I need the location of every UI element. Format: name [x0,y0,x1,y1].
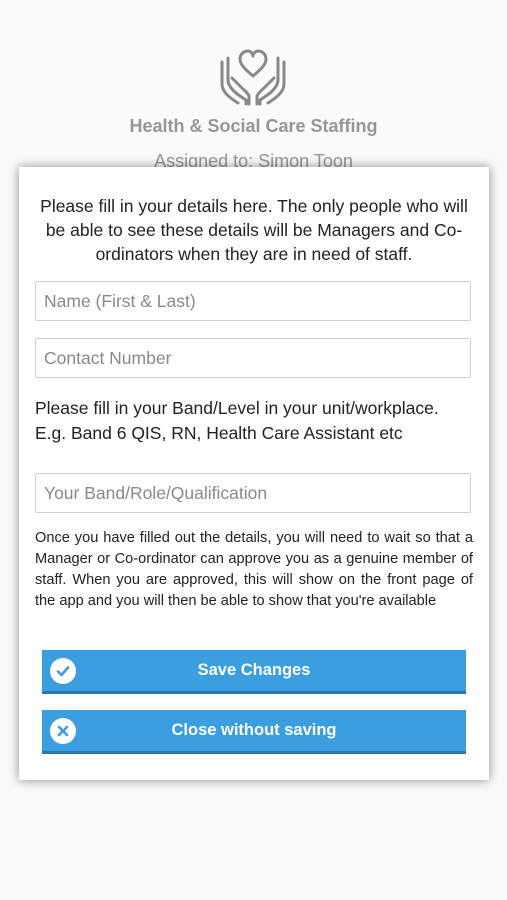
close-without-saving-label: Close without saving [171,721,337,739]
details-dialog: Please fill in your details here. The on… [19,167,489,780]
dialog-intro-text: Please fill in your details here. The on… [40,196,468,264]
band-instructions-label: Please fill in your Band/Level in your u… [35,398,439,443]
band-role-input[interactable] [35,473,471,513]
approval-info-text: Once you have filled out the details, yo… [35,530,473,609]
save-changes-label: Save Changes [197,661,311,679]
close-without-saving-button[interactable]: Close without saving [42,710,466,754]
contact-number-input[interactable] [35,338,471,378]
name-input[interactable] [35,281,471,321]
check-circle-icon [50,658,76,684]
save-changes-button[interactable]: Save Changes [42,650,466,694]
x-circle-icon [50,718,76,744]
